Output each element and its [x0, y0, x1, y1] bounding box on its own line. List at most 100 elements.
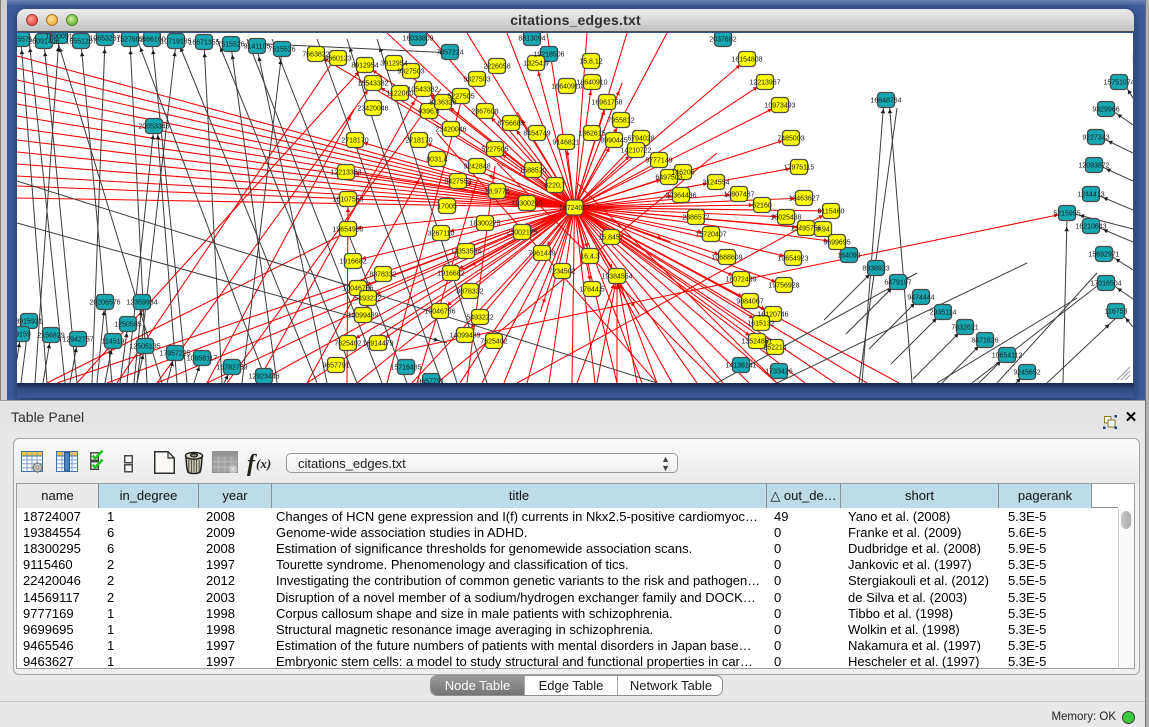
svg-text:10807487: 10807487: [723, 191, 754, 198]
svg-text:1916682: 1916682: [339, 258, 366, 265]
svg-text:12505135: 12505135: [129, 343, 160, 350]
svg-text:17005: 17005: [437, 203, 457, 210]
svg-text:1122060: 1122060: [387, 90, 414, 97]
svg-text:8878332: 8878332: [456, 288, 483, 295]
svg-text:16210643: 16210643: [1075, 223, 1106, 230]
svg-text:2867608: 2867608: [471, 108, 498, 115]
svg-text:13463627: 13463627: [788, 195, 819, 202]
svg-text:20206576: 20206576: [89, 299, 120, 306]
svg-text:8031,4: 8031,4: [426, 156, 448, 163]
svg-text:9474444: 9474444: [907, 294, 934, 301]
svg-text:1244413: 1244413: [1077, 191, 1104, 198]
svg-text:23002175: 23002175: [506, 229, 537, 236]
svg-text:19756928: 19756928: [768, 282, 799, 289]
svg-text:18,9775: 18,9775: [484, 188, 509, 195]
svg-text:1362615: 1362615: [578, 130, 605, 137]
svg-text:252214: 252214: [763, 344, 786, 351]
svg-text:8660123: 8660123: [324, 55, 351, 62]
svg-text:7515526: 7515526: [217, 41, 244, 48]
svg-text:2386572: 2386572: [682, 214, 709, 221]
svg-text:8878332: 8878332: [369, 271, 396, 278]
svg-text:2226058: 2226058: [483, 63, 510, 70]
svg-text:8220,7: 8220,7: [544, 182, 566, 189]
svg-text:2718170: 2718170: [405, 137, 432, 144]
svg-text:10719185: 10719185: [160, 38, 191, 45]
svg-text:17016504: 17016504: [1090, 280, 1121, 287]
svg-text:12213967: 12213967: [749, 79, 780, 86]
svg-text:19654923: 19654923: [777, 255, 808, 262]
svg-text:16107563: 16107563: [332, 196, 363, 203]
svg-text:9146821: 9146821: [552, 139, 579, 146]
svg-text:10973493: 10973493: [764, 102, 795, 109]
svg-text:16,4,3: 16,4,3: [580, 253, 600, 260]
svg-text:7625402: 7625402: [480, 338, 507, 345]
svg-text:116753: 116753: [1105, 308, 1128, 315]
svg-text:7955812: 7955812: [607, 117, 634, 124]
svg-text:18072499: 18072499: [725, 276, 756, 283]
svg-text:3124554: 3124554: [702, 179, 729, 186]
svg-text:9227343: 9227343: [1082, 134, 1109, 141]
svg-text:16120746: 16120746: [757, 311, 788, 318]
svg-text:16543382: 16543382: [357, 80, 388, 87]
svg-text:9657791: 9657791: [322, 362, 349, 369]
svg-text:15,8457: 15,8457: [598, 234, 623, 241]
svg-text:10958117: 10958117: [187, 355, 218, 362]
svg-text:16648784: 16648784: [870, 97, 901, 104]
svg-text:7485003: 7485003: [777, 135, 804, 142]
svg-text:5493222: 5493222: [466, 314, 493, 321]
svg-text:18640910: 18640910: [576, 79, 607, 86]
svg-text:12359934: 12359934: [126, 299, 157, 306]
svg-text:39159: 39159: [17, 331, 31, 338]
svg-text:8136328: 8136328: [429, 99, 456, 106]
svg-text:16782759: 16782759: [216, 364, 247, 371]
svg-text:2037682: 2037682: [709, 36, 736, 43]
svg-text:18300275: 18300275: [469, 220, 500, 227]
svg-text:16033809: 16033809: [402, 35, 433, 42]
svg-text:6479197: 6479197: [884, 279, 911, 286]
svg-text:9327503: 9327503: [397, 68, 424, 75]
svg-text:23420046: 23420046: [435, 126, 466, 133]
svg-text:9242848: 9242848: [463, 163, 490, 170]
svg-text:12213383: 12213383: [330, 169, 361, 176]
svg-text:19218506: 19218506: [533, 51, 564, 58]
svg-text:10046786: 10046786: [424, 308, 455, 315]
svg-text:7625402: 7625402: [334, 340, 361, 347]
svg-text:10025438: 10025438: [770, 214, 801, 221]
svg-text:1615132: 1615132: [747, 320, 774, 327]
svg-text:114519: 114519: [102, 338, 125, 345]
svg-text:10046786: 10046786: [342, 285, 373, 292]
svg-text:10654112: 10654112: [992, 352, 1023, 359]
svg-text:3915931: 3915931: [17, 318, 43, 325]
svg-text:18300295: 18300295: [511, 200, 542, 207]
svg-text:12942757: 12942757: [62, 336, 93, 343]
svg-text:15751074: 15751074: [1103, 79, 1133, 86]
svg-text:15720407: 15720407: [695, 231, 726, 238]
svg-text:9327503: 9327503: [463, 76, 490, 83]
svg-text:1588520: 1588520: [519, 167, 546, 174]
svg-text:15,8,12: 15,8,12: [579, 58, 602, 65]
svg-text:7515526: 7515526: [268, 46, 295, 53]
svg-text:16961758: 16961758: [591, 99, 622, 106]
svg-text:1916682: 1916682: [437, 270, 464, 277]
svg-text:12923446: 12923446: [248, 373, 279, 380]
svg-text:5227505: 5227505: [481, 146, 508, 153]
svg-text:2156829: 2156829: [37, 332, 64, 339]
svg-text:6794028: 6794028: [627, 135, 654, 142]
svg-text:19384554: 19384554: [601, 273, 632, 280]
svg-text:9329966: 9329966: [1092, 106, 1119, 113]
svg-text:5493222: 5493222: [354, 295, 381, 302]
svg-text:20053346: 20053346: [138, 123, 169, 130]
svg-text:14136141: 14136141: [725, 362, 756, 369]
svg-text:23420046: 23420046: [357, 105, 388, 112]
svg-text:16914479: 16914479: [362, 340, 393, 347]
svg-text:18724007: 18724007: [559, 205, 590, 212]
svg-text:9141105: 9141105: [244, 43, 271, 50]
svg-text:8990445: 8990445: [600, 137, 627, 144]
svg-text:15716485: 15716485: [390, 364, 421, 371]
svg-text:(x): (x): [256, 456, 271, 471]
svg-text:6497503: 6497503: [655, 174, 682, 181]
svg-text:1733426: 1733426: [765, 368, 792, 375]
svg-text:9396,6: 9396,6: [418, 108, 440, 115]
svg-text:16154808: 16154808: [731, 56, 762, 63]
svg-text:8813094: 8813094: [518, 35, 545, 42]
